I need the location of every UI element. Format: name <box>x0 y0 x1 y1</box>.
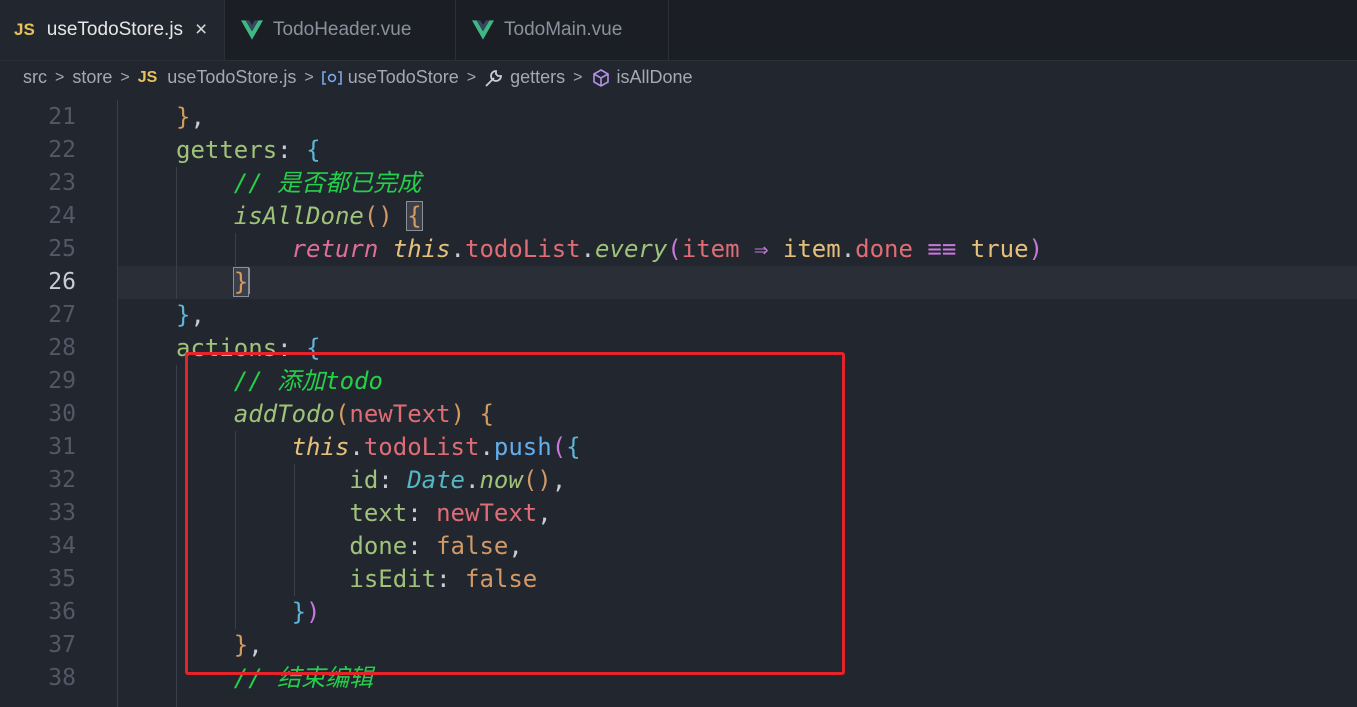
vue-file-icon <box>472 20 494 40</box>
code-text: done: false, <box>349 532 523 560</box>
code-line: 24 isAllDone() { <box>0 200 1357 233</box>
code-text: actions: { <box>176 334 321 362</box>
breadcrumb-item-getters[interactable]: getters <box>510 67 565 88</box>
line-number: 25 <box>48 236 76 262</box>
code-text: getters: { <box>176 136 321 164</box>
line-number: 33 <box>48 500 76 526</box>
tab-bar: JS useTodoStore.js × TodoHeader.vue Todo… <box>0 0 1357 61</box>
breadcrumb-item-file[interactable]: useTodoStore.js <box>167 67 296 88</box>
line-number: 27 <box>48 302 76 328</box>
line-number: 29 <box>48 368 76 394</box>
line-number: 34 <box>48 533 76 559</box>
tab-use-todo-store[interactable]: JS useTodoStore.js × <box>0 0 224 60</box>
code-text: // 结束编辑 <box>233 664 374 692</box>
code-text: id: Date.now(), <box>349 466 567 494</box>
code-line: 21 }, <box>0 101 1357 134</box>
code-line: 36 }) <box>0 596 1357 629</box>
code-line: 30 addTodo(newText) { <box>0 398 1357 431</box>
close-icon[interactable]: × <box>195 18 207 42</box>
code-text: }, <box>176 103 205 131</box>
code-text: }) <box>291 598 321 626</box>
code-line: 32 id: Date.now(), <box>0 464 1357 497</box>
line-number: 24 <box>48 203 76 229</box>
breadcrumb-item-src[interactable]: src <box>23 67 47 88</box>
tab-todo-header[interactable]: TodoHeader.vue <box>224 0 456 60</box>
code-line: 31 this.todoList.push({ <box>0 431 1357 464</box>
line-number: 30 <box>48 401 76 427</box>
variable-icon <box>321 70 342 85</box>
line-number: 32 <box>48 467 76 493</box>
tab-todo-main[interactable]: TodoMain.vue <box>455 0 669 60</box>
code-line: 37 }, <box>0 629 1357 662</box>
vue-file-icon <box>241 20 263 40</box>
code-text: addTodo(newText) { <box>233 400 494 428</box>
breadcrumb-item-is-all-done[interactable]: isAllDone <box>617 67 693 88</box>
code-text: }, <box>176 301 205 329</box>
code-line: 29 // 添加todo <box>0 365 1357 398</box>
js-file-icon: JS <box>14 20 35 39</box>
code-text: this.todoList.push({ <box>291 433 581 461</box>
breadcrumb-item-store-var[interactable]: useTodoStore <box>348 67 459 88</box>
code-text: isEdit: false <box>349 565 538 593</box>
code-line-current: 26 } <box>0 266 1357 299</box>
tab-label: TodoMain.vue <box>504 19 623 40</box>
code-line: 38 // 结束编辑 <box>0 662 1357 695</box>
line-number: 38 <box>48 665 76 691</box>
line-number: 37 <box>48 632 76 658</box>
breadcrumb: src > store > JS useTodoStore.js > useTo… <box>0 60 1357 95</box>
breadcrumb-item-store[interactable]: store <box>72 67 112 88</box>
line-number: 36 <box>48 599 76 625</box>
wrench-icon <box>485 69 503 87</box>
code-line: 34 done: false, <box>0 530 1357 563</box>
line-number: 28 <box>48 335 76 361</box>
code-text: text: newText, <box>349 499 552 527</box>
line-number: 23 <box>48 170 76 196</box>
code-line: 25 return this.todoList.every(item ⇒ ite… <box>0 233 1357 266</box>
cube-icon <box>592 68 609 87</box>
code-text: // 是否都已完成 <box>233 169 422 197</box>
code-line: 28 actions: { <box>0 332 1357 365</box>
chevron-right-icon: > <box>120 68 130 86</box>
line-number: 35 <box>48 566 76 592</box>
line-number: 22 <box>48 137 76 163</box>
code-text: return this.todoList.every(item ⇒ item.d… <box>291 235 1044 263</box>
code-text: // 添加todo <box>233 367 383 395</box>
tab-label: useTodoStore.js <box>46 19 184 40</box>
code-text: } <box>232 267 251 297</box>
line-number: 26 <box>48 269 76 295</box>
code-line: 22 getters: { <box>0 134 1357 167</box>
code-text: isAllDone() { <box>233 201 423 231</box>
code-editor[interactable]: 21 }, 22 getters: { 23 // 是否都已完成 24 isAl… <box>0 100 1357 707</box>
code-line: 33 text: newText, <box>0 497 1357 530</box>
editor-window: JS useTodoStore.js × TodoHeader.vue Todo… <box>0 0 1357 707</box>
chevron-right-icon: > <box>55 68 65 86</box>
code-text: }, <box>233 631 263 659</box>
text-cursor <box>248 268 251 294</box>
code-line: 27 }, <box>0 299 1357 332</box>
chevron-right-icon: > <box>466 68 477 86</box>
chevron-right-icon: > <box>573 68 583 86</box>
line-number: 21 <box>48 104 76 130</box>
line-number: 31 <box>48 434 76 460</box>
chevron-right-icon: > <box>304 68 314 86</box>
code-line: 35 isEdit: false <box>0 563 1357 596</box>
code-line: 23 // 是否都已完成 <box>0 167 1357 200</box>
js-file-icon: JS <box>137 68 158 86</box>
tab-label: TodoHeader.vue <box>273 19 412 40</box>
